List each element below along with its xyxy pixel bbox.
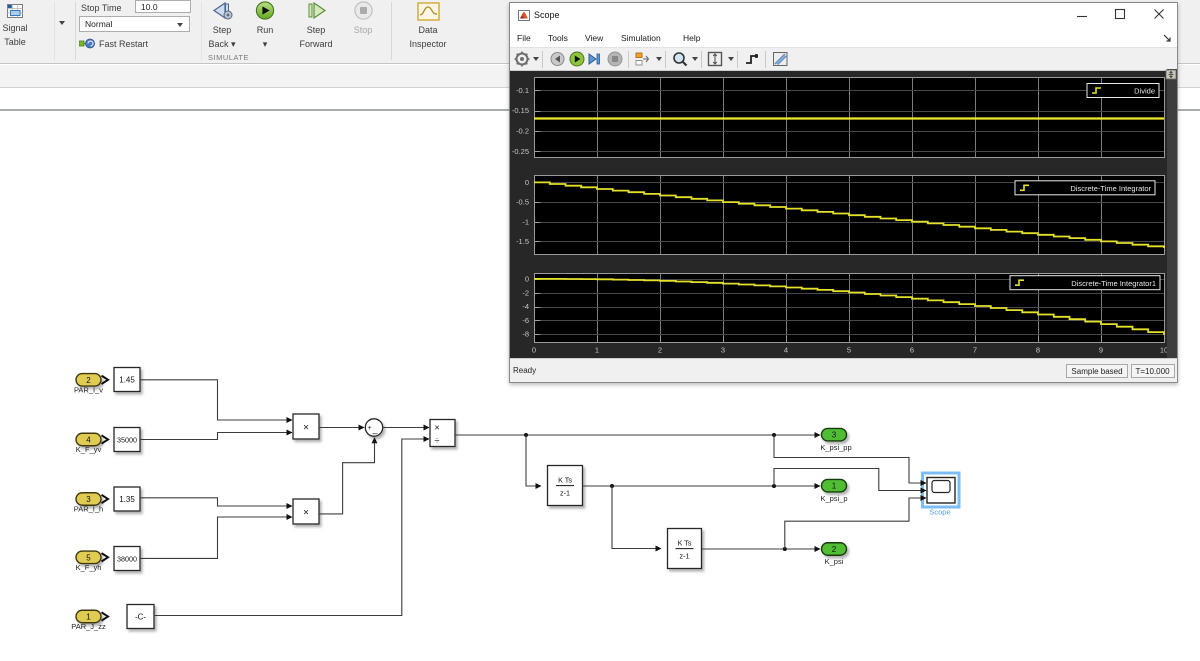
svg-text:K_F_yh: K_F_yh xyxy=(76,563,102,572)
svg-text:35000: 35000 xyxy=(117,436,137,445)
svg-text:5: 5 xyxy=(86,553,91,562)
svg-text:×: × xyxy=(434,423,439,433)
svg-text:7: 7 xyxy=(973,346,977,355)
svg-text:8: 8 xyxy=(1036,346,1040,355)
svg-text:-C-: -C- xyxy=(135,613,146,622)
svg-text:Discrete-Time Integrator1: Discrete-Time Integrator1 xyxy=(1071,279,1156,288)
svg-text:2: 2 xyxy=(832,545,837,554)
svg-text:PAR_J_zz: PAR_J_zz xyxy=(71,622,106,631)
svg-text:-0.1: -0.1 xyxy=(516,86,529,95)
svg-text:×: × xyxy=(303,423,309,434)
svg-text:5: 5 xyxy=(847,346,851,355)
svg-text:2: 2 xyxy=(658,346,662,355)
svg-text:–: – xyxy=(372,428,377,438)
svg-text:z-1: z-1 xyxy=(560,489,570,498)
svg-text:PAR_I_h: PAR_I_h xyxy=(74,505,103,514)
svg-text:3: 3 xyxy=(832,431,837,440)
svg-text:10: 10 xyxy=(1160,346,1168,355)
svg-text:K Ts: K Ts xyxy=(558,476,572,485)
svg-text:Discrete-Time Integrator: Discrete-Time Integrator xyxy=(1070,184,1151,193)
svg-text:-0.15: -0.15 xyxy=(512,106,529,115)
svg-text:1.45: 1.45 xyxy=(119,376,135,385)
svg-text:0: 0 xyxy=(525,275,529,284)
svg-text:38000: 38000 xyxy=(117,555,137,564)
svg-text:-8: -8 xyxy=(522,330,529,339)
svg-text:Scope: Scope xyxy=(929,508,950,517)
svg-text:3: 3 xyxy=(86,495,91,504)
svg-text:9: 9 xyxy=(1099,346,1103,355)
svg-text:K_psi_p: K_psi_p xyxy=(820,494,847,503)
svg-text:1.35: 1.35 xyxy=(119,495,135,504)
svg-text:-1: -1 xyxy=(522,217,529,226)
svg-text:×: × xyxy=(303,508,309,519)
svg-text:K Ts: K Ts xyxy=(678,539,692,548)
svg-text:-0.2: -0.2 xyxy=(516,127,529,136)
svg-text:K_psi: K_psi xyxy=(825,557,844,566)
svg-text:1: 1 xyxy=(86,613,91,622)
svg-text:K_psi_pp: K_psi_pp xyxy=(820,443,851,452)
svg-text:4: 4 xyxy=(86,436,91,445)
svg-text:0: 0 xyxy=(532,346,536,355)
svg-text:-2: -2 xyxy=(522,288,529,297)
svg-text:3: 3 xyxy=(721,346,725,355)
svg-text:Divide: Divide xyxy=(1134,87,1155,96)
svg-text:-1.5: -1.5 xyxy=(516,237,529,246)
svg-text:4: 4 xyxy=(784,346,788,355)
svg-text:0: 0 xyxy=(525,178,529,187)
svg-text:2: 2 xyxy=(86,376,91,385)
svg-text:K_F_yv: K_F_yv xyxy=(76,445,102,454)
svg-text:PAR_I_v: PAR_I_v xyxy=(74,385,103,394)
svg-text:+: + xyxy=(367,425,371,432)
svg-text:÷: ÷ xyxy=(435,436,440,446)
svg-text:1: 1 xyxy=(832,482,837,491)
svg-text:-4: -4 xyxy=(522,302,529,311)
svg-text:-6: -6 xyxy=(522,316,529,325)
svg-text:-0.5: -0.5 xyxy=(516,198,529,207)
svg-text:1: 1 xyxy=(595,346,599,355)
svg-text:z-1: z-1 xyxy=(680,552,690,561)
svg-text:6: 6 xyxy=(910,346,914,355)
svg-text:-0.25: -0.25 xyxy=(512,147,529,156)
